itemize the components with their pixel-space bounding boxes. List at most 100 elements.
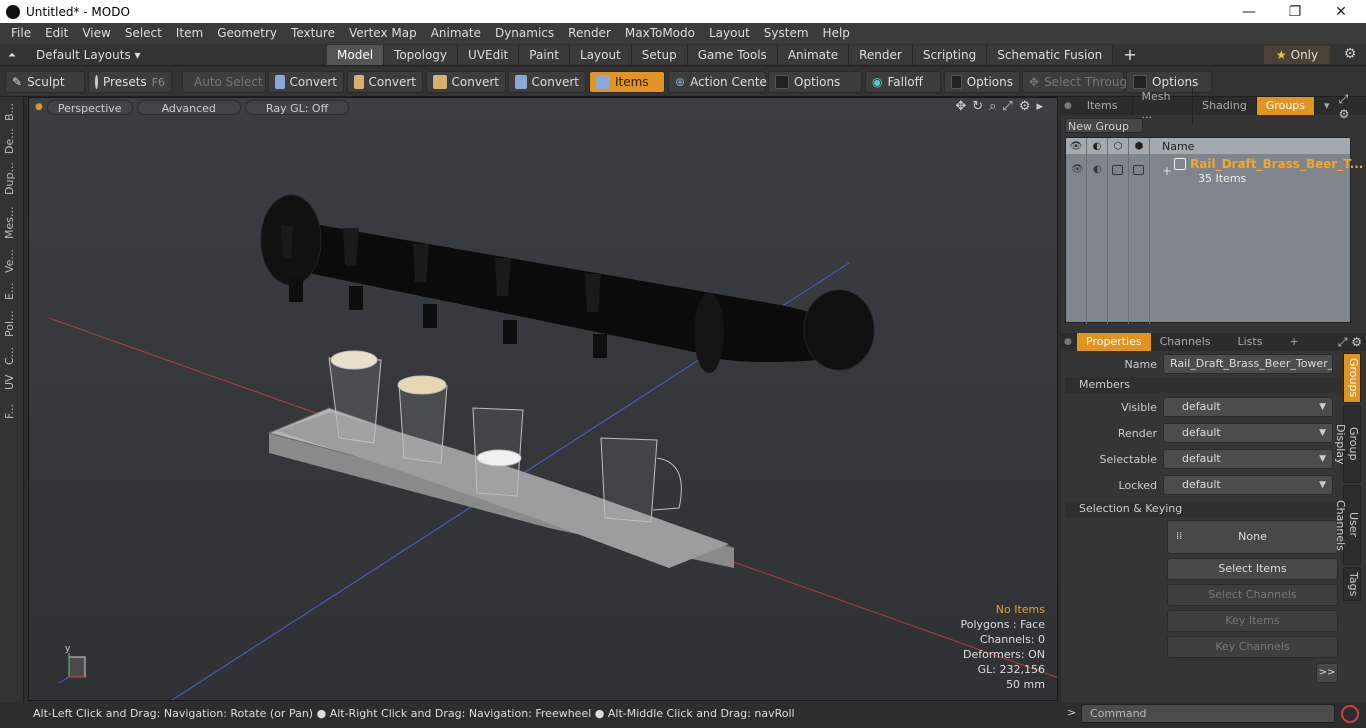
menu-select[interactable]: Select	[118, 23, 169, 44]
tab-groups[interactable]: Groups	[1256, 97, 1316, 115]
none-button[interactable]: ⁞⁞ None	[1167, 520, 1338, 554]
tool-tab-deform[interactable]: De...	[3, 127, 21, 155]
tab-lists[interactable]: Lists	[1220, 333, 1281, 351]
tabs-dropdown-icon[interactable]: ▾	[1315, 97, 1339, 115]
render-select[interactable]: default ▼	[1163, 423, 1333, 443]
expand-icon[interactable]: +	[1162, 164, 1172, 178]
tab-game-tools[interactable]: Game Tools	[687, 45, 778, 65]
default-layouts[interactable]: ⏶ Default Layouts ▾	[8, 44, 141, 66]
key-items-button[interactable]: Key Items	[1167, 610, 1338, 632]
fit-icon[interactable]: ⤢	[1002, 99, 1012, 114]
advanced-button[interactable]: Advanced	[136, 99, 241, 115]
zoom-icon[interactable]: ⌕	[989, 99, 996, 114]
auto-select-button[interactable]: Auto Select	[182, 71, 266, 93]
menu-geometry[interactable]: Geometry	[210, 23, 284, 44]
maximize-button[interactable]: ❐	[1272, 0, 1318, 23]
menu-vertex-map[interactable]: Vertex Map	[342, 23, 424, 44]
close-button[interactable]: ✕	[1318, 0, 1364, 23]
only-button[interactable]: ★ Only	[1264, 46, 1330, 64]
vtab-tags[interactable]: Tags	[1343, 567, 1361, 601]
tool-tab-mesh[interactable]: Mes...	[3, 203, 21, 243]
raygl-button[interactable]: Ray GL: Off	[244, 99, 350, 115]
menu-file[interactable]: File	[0, 23, 38, 44]
menu-texture[interactable]: Texture	[284, 23, 342, 44]
tool-tab-fusion[interactable]: F...	[3, 397, 21, 425]
tool-tab-polygon[interactable]: Pol...	[3, 307, 21, 341]
select-items-button[interactable]: Select Items	[1167, 558, 1338, 580]
convert-vertices-button[interactable]: Convert	[268, 71, 344, 93]
convert-edges-button[interactable]: Convert	[347, 71, 423, 93]
key-channels-button[interactable]: Key Channels	[1167, 636, 1338, 658]
new-group-button[interactable]: New Group	[1065, 118, 1143, 133]
menu-layout[interactable]: Layout	[702, 23, 757, 44]
command-input[interactable]: Command	[1081, 704, 1335, 723]
record-icon[interactable]	[1341, 705, 1359, 723]
tool-tab-basic[interactable]: B...	[3, 101, 21, 123]
falloff-button[interactable]: ◉ Falloff	[865, 71, 941, 93]
menu-render[interactable]: Render	[561, 23, 618, 44]
locked-select[interactable]: default ▼	[1163, 475, 1333, 495]
vtab-user-channels[interactable]: User Channels	[1334, 485, 1361, 565]
sculpt-button[interactable]: ✎ Sculpt	[5, 71, 85, 93]
menu-edit[interactable]: Edit	[38, 23, 75, 44]
tool-tab-curve[interactable]: C...	[3, 345, 21, 367]
menu-animate[interactable]: Animate	[424, 23, 488, 44]
row-lock-checkbox[interactable]	[1133, 165, 1144, 175]
row-select-checkbox[interactable]	[1112, 165, 1123, 175]
gear-icon[interactable]: ⚙	[1340, 46, 1360, 64]
tab-items[interactable]: Items	[1073, 97, 1133, 115]
members-header[interactable]: Members	[1065, 377, 1341, 393]
tab-model[interactable]: Model	[327, 45, 385, 65]
tab-uvedit[interactable]: UVEdit	[458, 45, 520, 65]
perspective-button[interactable]: Perspective	[46, 99, 133, 115]
add-prop-tab-button[interactable]: +	[1280, 333, 1307, 351]
tab-layout[interactable]: Layout	[569, 45, 632, 65]
presets-button[interactable]: Presets F6	[88, 71, 172, 93]
tab-render[interactable]: Render	[849, 45, 913, 65]
tool-tab-duplicate[interactable]: Dup...	[3, 159, 21, 199]
vtab-groups[interactable]: Groups	[1343, 353, 1361, 403]
convert-polygons-button[interactable]: Convert	[426, 71, 506, 93]
scene-canvas[interactable]: y	[29, 98, 1058, 701]
3d-viewport[interactable]: y ● Perspective Advanced Ray GL: Off ✥ ↻…	[28, 97, 1058, 701]
ptab-expand-icon[interactable]: ⤢ ⚙	[1338, 335, 1366, 350]
more-button[interactable]: >>	[1316, 663, 1338, 683]
viewport-dot-icon[interactable]: ●	[35, 102, 43, 112]
falloff-options-button[interactable]: Options	[944, 71, 1020, 93]
tab-schematic-fusion[interactable]: Schematic Fusion	[987, 45, 1114, 65]
tool-tab-vertex[interactable]: Ve...	[3, 247, 21, 275]
menu-maxtomodo[interactable]: MaxToModo	[618, 23, 702, 44]
menu-item[interactable]: Item	[169, 23, 210, 44]
select-through-button[interactable]: ✥ Select Through	[1022, 71, 1135, 93]
row-visible-icon[interactable]: 👁	[1071, 164, 1084, 175]
name-field[interactable]: Rail_Draft_Brass_Beer_Tower_w	[1163, 354, 1333, 374]
selectable-select[interactable]: default ▼	[1163, 449, 1333, 469]
items-mode-button[interactable]: Items	[589, 71, 665, 93]
minimize-button[interactable]: —	[1226, 0, 1272, 23]
menu-view[interactable]: View	[75, 23, 117, 44]
group-row[interactable]: 👁 ◐ + Rail_Draft_Brass_Beer_T... 35 Item…	[1066, 155, 1363, 187]
pan-icon[interactable]: ✥	[955, 99, 966, 114]
selection-keying-header[interactable]: Selection & Keying	[1065, 501, 1341, 517]
tab-channels[interactable]: Channels	[1151, 333, 1220, 351]
rotate-icon[interactable]: ↻	[972, 99, 983, 114]
convert-items-button[interactable]: Convert	[508, 71, 586, 93]
tool-tab-uv[interactable]: UV	[3, 371, 21, 393]
tab-scripting[interactable]: Scripting	[912, 45, 988, 65]
menu-help[interactable]: Help	[816, 23, 857, 44]
tab-properties[interactable]: Properties	[1077, 333, 1151, 351]
tab-setup[interactable]: Setup	[631, 45, 688, 65]
tab-shading[interactable]: Shading	[1193, 97, 1257, 115]
row-render-icon[interactable]: ◐	[1093, 164, 1102, 175]
action-center-button[interactable]: ⊕ Action Center	[668, 71, 772, 93]
tool-tab-edge[interactable]: E...	[3, 279, 21, 303]
select-channels-button[interactable]: Select Channels	[1167, 584, 1338, 606]
tab-paint[interactable]: Paint	[519, 45, 570, 65]
viewport-gear-icon[interactable]: ⚙	[1019, 99, 1031, 114]
vtab-group-display[interactable]: Group Display	[1334, 405, 1361, 483]
action-center-options-button[interactable]: Options	[768, 71, 862, 93]
menu-dynamics[interactable]: Dynamics	[488, 23, 561, 44]
panel-expand-icon[interactable]: ⤢ ⚙	[1339, 92, 1366, 121]
tab-animate[interactable]: Animate	[777, 45, 850, 65]
tab-topology[interactable]: Topology	[384, 45, 459, 65]
